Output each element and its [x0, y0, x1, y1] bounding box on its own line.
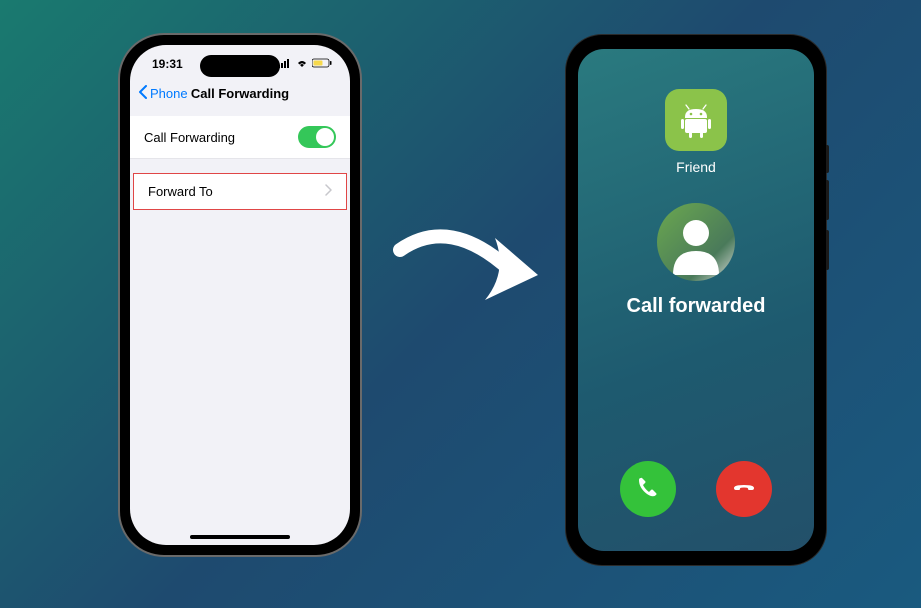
signal-icon [278, 57, 292, 71]
android-screen: Friend Call forwarded [578, 49, 814, 551]
home-indicator [190, 535, 290, 539]
call-status-text: Call forwarded [627, 295, 766, 318]
android-icon [665, 89, 727, 151]
back-label: Phone [150, 86, 188, 101]
wifi-icon [295, 57, 309, 71]
page-title: Call Forwarding [191, 86, 289, 101]
back-button[interactable]: Phone [138, 85, 188, 102]
iphone-screen: 19:31 Phone Call Forwarding [130, 45, 350, 545]
iphone-mockup: 19:31 Phone Call Forwarding [120, 35, 360, 555]
status-time: 19:31 [152, 57, 183, 71]
call-buttons [620, 461, 772, 517]
row-label: Call Forwarding [144, 130, 235, 145]
chevron-left-icon [138, 85, 148, 102]
android-volume-down [826, 230, 829, 270]
arrow-right-icon [390, 220, 550, 340]
settings-group: Call Forwarding Forward To [130, 116, 350, 210]
forward-to-row[interactable]: Forward To [133, 173, 347, 210]
android-mockup: Friend Call forwarded [566, 35, 826, 565]
row-label: Forward To [148, 184, 213, 199]
accept-call-button[interactable] [620, 461, 676, 517]
nav-bar: Phone Call Forwarding [130, 71, 350, 112]
android-volume-up [826, 180, 829, 220]
contact-avatar-icon [657, 203, 735, 281]
phone-accept-icon [635, 474, 661, 505]
call-forwarding-row[interactable]: Call Forwarding [130, 116, 350, 159]
battery-icon [312, 57, 332, 71]
call-forwarding-toggle[interactable] [298, 126, 336, 148]
dynamic-island [200, 55, 280, 77]
android-side-button [826, 145, 829, 173]
chevron-right-icon [325, 184, 332, 199]
decline-call-button[interactable] [716, 461, 772, 517]
contact-name: Friend [676, 159, 716, 175]
phone-decline-icon [730, 473, 758, 506]
